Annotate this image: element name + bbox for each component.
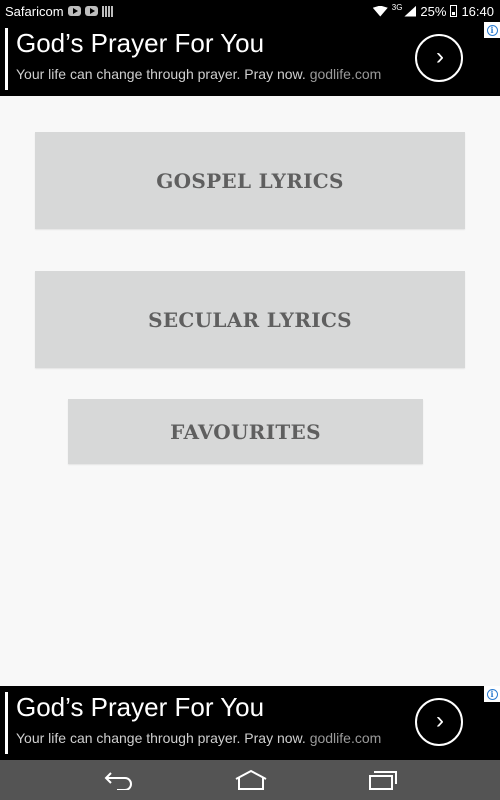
ad-subtitle: Your life can change through prayer. Pra… [16, 66, 381, 82]
clock: 16:40 [461, 3, 494, 19]
status-left: Safaricom [5, 4, 113, 19]
home-glyph [235, 769, 267, 790]
home-icon[interactable] [233, 768, 269, 792]
ad-subtitle-text: Your life can change through prayer. Pra… [16, 66, 306, 82]
gospel-lyrics-button[interactable]: GOSPEL LYRICS [35, 132, 465, 229]
recent-apps-icon[interactable] [365, 768, 401, 792]
adchoices-icon[interactable]: i [484, 686, 500, 702]
favourites-button[interactable]: FAVOURITES [68, 399, 423, 464]
ad-accent-bar [5, 692, 8, 754]
ad-domain[interactable]: godlife.com [310, 730, 382, 746]
ad-subtitle-text: Your life can change through prayer. Pra… [16, 730, 306, 746]
ad-title[interactable]: God’s Prayer For You [16, 28, 264, 59]
chevron-right-icon: › [436, 707, 444, 734]
carrier-name: Safaricom [5, 3, 64, 19]
secular-lyrics-button[interactable]: SECULAR LYRICS [35, 271, 465, 368]
ad-accent-bar [5, 28, 8, 90]
ad-banner-top[interactable]: God’s Prayer For You Your life can chang… [0, 22, 500, 96]
navigation-bar [0, 760, 500, 800]
ad-open-button[interactable]: › [415, 698, 463, 746]
network-type: 3G [391, 2, 403, 12]
youtube-notification-icon [67, 6, 81, 16]
status-bar: Safaricom 3G 25% 16:40 [0, 0, 500, 22]
info-icon: i [486, 24, 498, 36]
ad-banner-bottom[interactable]: God’s Prayer For You Your life can chang… [0, 686, 500, 760]
back-arrow-glyph [104, 772, 132, 790]
battery-percent: 25% [420, 3, 447, 19]
battery-icon [450, 5, 458, 17]
ad-title[interactable]: God’s Prayer For You [16, 692, 264, 723]
ad-subtitle: Your life can change through prayer. Pra… [16, 730, 381, 746]
wifi-icon [372, 5, 388, 17]
info-icon: i [486, 688, 498, 700]
signal-icon [404, 5, 417, 17]
notification-bars-icon [101, 5, 113, 17]
adchoices-icon[interactable]: i [484, 22, 500, 38]
ad-open-button[interactable]: › [415, 34, 463, 82]
youtube-notification-icon-2 [84, 6, 98, 16]
recent-apps-glyph [369, 771, 397, 790]
status-right: 3G 25% 16:40 [372, 2, 494, 19]
back-icon[interactable] [101, 768, 137, 792]
ad-domain[interactable]: godlife.com [310, 66, 382, 82]
chevron-right-icon: › [436, 43, 444, 70]
